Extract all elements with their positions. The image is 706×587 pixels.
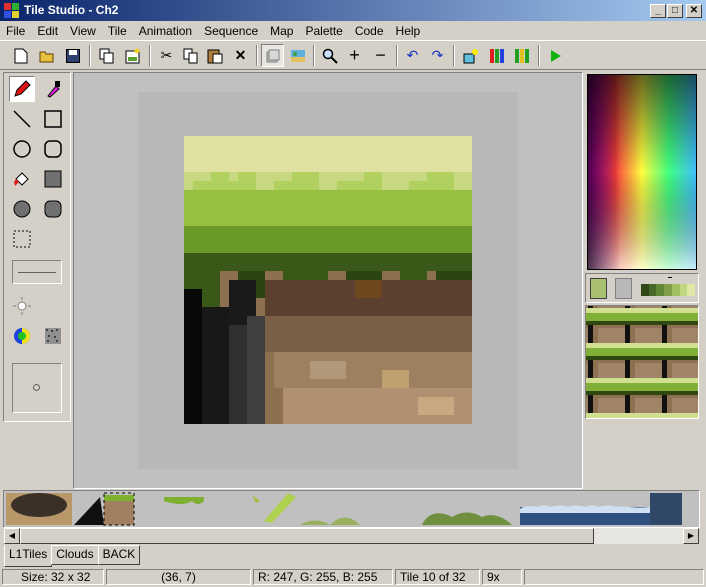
background-color-swatch[interactable] bbox=[615, 278, 632, 299]
menu-edit[interactable]: Edit bbox=[31, 21, 64, 38]
status-color: R: 247, G: 255, B: 255 bbox=[253, 569, 393, 585]
lightbulb-icon[interactable] bbox=[459, 44, 482, 67]
status-coords: (36, 7) bbox=[106, 569, 251, 585]
maximize-button[interactable]: □ bbox=[667, 4, 683, 18]
tile-image-icon[interactable] bbox=[121, 44, 144, 67]
line-style-selector[interactable] bbox=[12, 260, 62, 284]
palette-bars-icon[interactable] bbox=[485, 44, 508, 67]
tab-back[interactable]: BACK bbox=[97, 545, 141, 565]
import-icon[interactable] bbox=[286, 44, 309, 67]
title-bar: Tile Studio - Ch2 _ □ ✕ bbox=[0, 0, 706, 21]
filled-rect-tool-icon[interactable] bbox=[40, 166, 66, 192]
status-tile: Tile 10 of 32 bbox=[395, 569, 480, 585]
circle-tool-icon[interactable] bbox=[9, 136, 35, 162]
tile-editor-canvas[interactable] bbox=[73, 72, 583, 489]
open-folder-icon[interactable] bbox=[35, 44, 58, 67]
menu-code[interactable]: Code bbox=[349, 21, 390, 38]
menu-file[interactable]: File bbox=[0, 21, 31, 38]
delete-icon[interactable]: ✕ bbox=[229, 44, 252, 67]
tile-list-images[interactable] bbox=[4, 491, 699, 527]
scroll-thumb[interactable] bbox=[20, 528, 594, 544]
tileset-tabs: L1Tiles Clouds BACK bbox=[4, 545, 141, 567]
menu-view[interactable]: View bbox=[64, 21, 102, 38]
color-gradient[interactable] bbox=[588, 75, 696, 269]
menu-animation[interactable]: Animation bbox=[133, 21, 198, 38]
tiled-preview-image bbox=[586, 306, 698, 418]
toolbar-separator bbox=[538, 45, 540, 66]
save-icon[interactable] bbox=[61, 44, 84, 67]
zoom-in-icon[interactable]: + bbox=[343, 44, 366, 67]
color-ramp[interactable] bbox=[641, 284, 696, 296]
copy-tiles-icon[interactable] bbox=[95, 44, 118, 67]
filled-rounded-rect-tool-icon[interactable] bbox=[40, 196, 66, 222]
menu-map[interactable]: Map bbox=[264, 21, 299, 38]
color-bars-icon[interactable] bbox=[510, 44, 533, 67]
status-size: Size: 32 x 32 bbox=[2, 569, 104, 585]
ramp-marker bbox=[668, 277, 672, 278]
lighten-icon[interactable] bbox=[9, 293, 35, 319]
app-icon bbox=[4, 3, 19, 18]
color-cycle-icon[interactable] bbox=[9, 323, 35, 349]
close-button[interactable]: ✕ bbox=[686, 4, 702, 18]
cut-icon[interactable]: ✂ bbox=[155, 44, 178, 67]
darken-icon[interactable] bbox=[40, 293, 66, 319]
layer-icon[interactable] bbox=[261, 44, 284, 67]
copy-icon[interactable] bbox=[179, 44, 202, 67]
toolbar-separator bbox=[453, 45, 455, 66]
brush-dot bbox=[33, 384, 40, 391]
menu-palette[interactable]: Palette bbox=[299, 21, 348, 38]
menu-bar: File Edit View Tile Animation Sequence Map Pale… bbox=[0, 21, 706, 40]
status-zoom: 9x bbox=[482, 569, 522, 585]
status-extra bbox=[524, 569, 704, 585]
tiled-preview bbox=[585, 305, 699, 419]
toolbar: ✂ ✕ + − ↶ ↷ bbox=[0, 40, 706, 70]
zoom-out-icon[interactable]: − bbox=[369, 44, 392, 67]
menu-sequence[interactable]: Sequence bbox=[198, 21, 264, 38]
toolbar-separator bbox=[256, 45, 258, 66]
filled-circle-tool-icon[interactable] bbox=[9, 196, 35, 222]
tab-clouds[interactable]: Clouds bbox=[51, 545, 99, 565]
zoom-icon[interactable] bbox=[318, 44, 341, 67]
select-tool-icon[interactable] bbox=[9, 226, 35, 252]
menu-help[interactable]: Help bbox=[390, 21, 427, 38]
paste-icon[interactable] bbox=[203, 44, 226, 67]
scroll-right-button[interactable]: ▶ bbox=[683, 528, 699, 544]
window-title: Tile Studio - Ch2 bbox=[24, 3, 119, 17]
status-bar: Size: 32 x 32 (36, 7) R: 247, G: 255, B:… bbox=[0, 566, 706, 587]
scroll-left-button[interactable]: ◀ bbox=[4, 528, 20, 544]
rounded-rect-tool-icon[interactable] bbox=[40, 136, 66, 162]
foreground-color-swatch[interactable] bbox=[590, 278, 607, 299]
toolbar-separator bbox=[396, 45, 398, 66]
new-file-icon[interactable] bbox=[9, 44, 32, 67]
tile-list-strip[interactable] bbox=[3, 490, 700, 528]
toolbar-separator bbox=[313, 45, 315, 66]
tile-pixel-art[interactable] bbox=[184, 136, 472, 424]
tab-l1tiles[interactable]: L1Tiles bbox=[4, 545, 53, 567]
tile-strip-scrollbar[interactable]: ◀ ▶ bbox=[4, 528, 699, 544]
toolbar-separator bbox=[149, 45, 151, 66]
line-tool-icon[interactable] bbox=[9, 106, 35, 132]
pattern-icon[interactable] bbox=[40, 323, 66, 349]
toolbar-separator bbox=[89, 45, 91, 66]
fill-bucket-icon[interactable] bbox=[9, 166, 35, 192]
dropper-icon[interactable] bbox=[40, 76, 66, 102]
pencil-icon[interactable] bbox=[9, 76, 35, 102]
minimize-button[interactable]: _ bbox=[650, 4, 666, 18]
rectangle-tool-icon[interactable] bbox=[40, 106, 66, 132]
redo-icon[interactable]: ↷ bbox=[426, 44, 449, 67]
tool-panel bbox=[3, 72, 71, 422]
color-palette[interactable] bbox=[587, 74, 697, 270]
undo-icon[interactable]: ↶ bbox=[401, 44, 424, 67]
play-icon[interactable] bbox=[543, 44, 566, 67]
brush-size-selector[interactable] bbox=[12, 363, 62, 413]
color-selector bbox=[585, 273, 699, 303]
menu-tile[interactable]: Tile bbox=[102, 21, 133, 38]
